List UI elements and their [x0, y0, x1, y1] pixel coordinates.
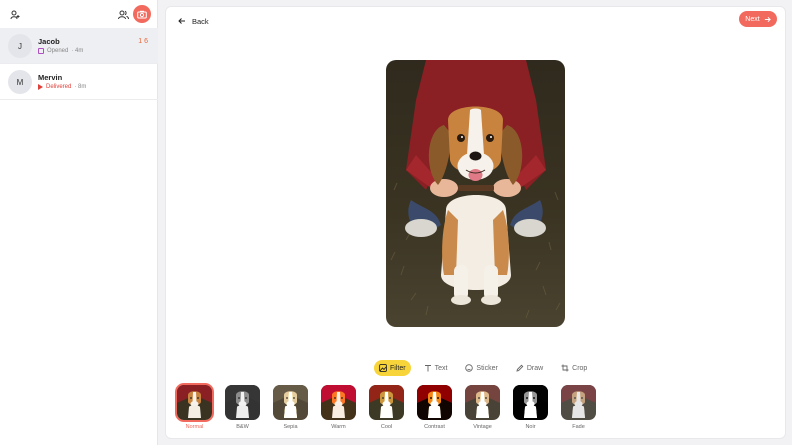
filter-thumbnail — [319, 383, 358, 422]
next-label: Next — [745, 15, 760, 23]
filter-label: Contrast — [424, 424, 445, 430]
avatar: M — [8, 70, 32, 94]
filter-vintage[interactable]: Vintage — [463, 383, 502, 430]
chat-status: Opened · 4m — [38, 48, 83, 54]
filter-thumbnail — [223, 383, 262, 422]
tool-draw[interactable]: Draw — [511, 360, 548, 376]
filter-icon — [379, 364, 387, 372]
filter-thumbnail — [367, 383, 406, 422]
status-time: · 4m — [71, 48, 84, 54]
tool-label: Crop — [572, 364, 588, 372]
sidebar-header — [0, 0, 157, 28]
filter-label: Normal — [185, 424, 204, 430]
filter-label: Noir — [525, 424, 536, 430]
photo-preview — [386, 60, 565, 327]
status-text: Delivered — [46, 84, 72, 90]
filter-label: Fade — [572, 424, 585, 430]
tool-filter[interactable]: Filter — [374, 360, 411, 376]
back-label: Back — [192, 16, 209, 26]
chat-name: Mervin — [38, 73, 63, 82]
filter-thumbnail — [511, 383, 550, 422]
delivered-arrow-icon — [38, 84, 43, 90]
tool-label: Text — [434, 364, 448, 372]
filter-label: Cool — [380, 424, 393, 430]
back-button[interactable]: Back — [178, 13, 209, 29]
filter-contrast[interactable]: Contrast — [415, 383, 454, 430]
status-text: Opened — [47, 48, 69, 54]
tool-text[interactable]: Text — [419, 360, 453, 376]
filter-sepia[interactable]: Sepia — [271, 383, 310, 430]
next-button[interactable]: Next — [739, 11, 777, 27]
tool-label: Sticker — [476, 364, 498, 372]
filter-label: Sepia — [283, 424, 298, 430]
filter-thumbnail — [463, 383, 502, 422]
camera-button[interactable] — [133, 5, 151, 23]
status-time: · 8m — [74, 84, 87, 90]
filter-bw[interactable]: B&W — [223, 383, 262, 430]
unread-count: 1 6 — [138, 38, 148, 45]
arrow-right-icon — [764, 16, 771, 22]
filter-label: Vintage — [473, 424, 492, 430]
chat-item-jacob[interactable]: J Jacob Opened · 4m 1 6 — [0, 28, 158, 64]
camera-icon — [137, 10, 147, 18]
group-icon[interactable] — [116, 8, 130, 22]
chat-name: Jacob — [38, 37, 60, 46]
filter-thumbnail — [175, 383, 214, 422]
avatar: J — [8, 34, 32, 58]
filter-fade[interactable]: Fade — [559, 383, 598, 430]
chat-status: Delivered · 8m — [38, 84, 86, 90]
filter-label: B&W — [236, 424, 249, 430]
filter-thumbnail — [415, 383, 454, 422]
text-icon — [424, 365, 431, 372]
chat-sidebar: J Jacob Opened · 4m 1 6 M Mervin Deliver… — [0, 0, 158, 445]
crop-icon — [561, 364, 569, 372]
tool-label: Filter — [390, 364, 406, 372]
snap-editor: Back Next Filter Text Sticker Draw Crop … — [165, 6, 786, 439]
filter-noir[interactable]: Noir — [511, 383, 550, 430]
pencil-icon — [516, 364, 524, 372]
tool-crop[interactable]: Crop — [556, 360, 592, 376]
filter-thumbnail — [271, 383, 310, 422]
filter-thumbnail — [559, 383, 598, 422]
filter-label: Warm — [331, 424, 346, 430]
tool-label: Draw — [526, 364, 544, 372]
arrow-left-icon — [178, 18, 185, 24]
filter-strip: Normal B&W Sepia Warm Cool Contrast Vint… — [175, 383, 598, 430]
sticker-icon — [465, 364, 474, 372]
filter-normal[interactable]: Normal — [175, 383, 214, 430]
add-contact-icon[interactable] — [8, 8, 22, 22]
filter-cool[interactable]: Cool — [367, 383, 406, 430]
filter-warm[interactable]: Warm — [319, 383, 358, 430]
edit-toolbar: Filter Text Sticker Draw Crop — [374, 360, 592, 376]
tool-sticker[interactable]: Sticker — [460, 360, 502, 376]
chat-item-mervin[interactable]: M Mervin Delivered · 8m — [0, 64, 158, 100]
opened-square-icon — [38, 48, 44, 54]
